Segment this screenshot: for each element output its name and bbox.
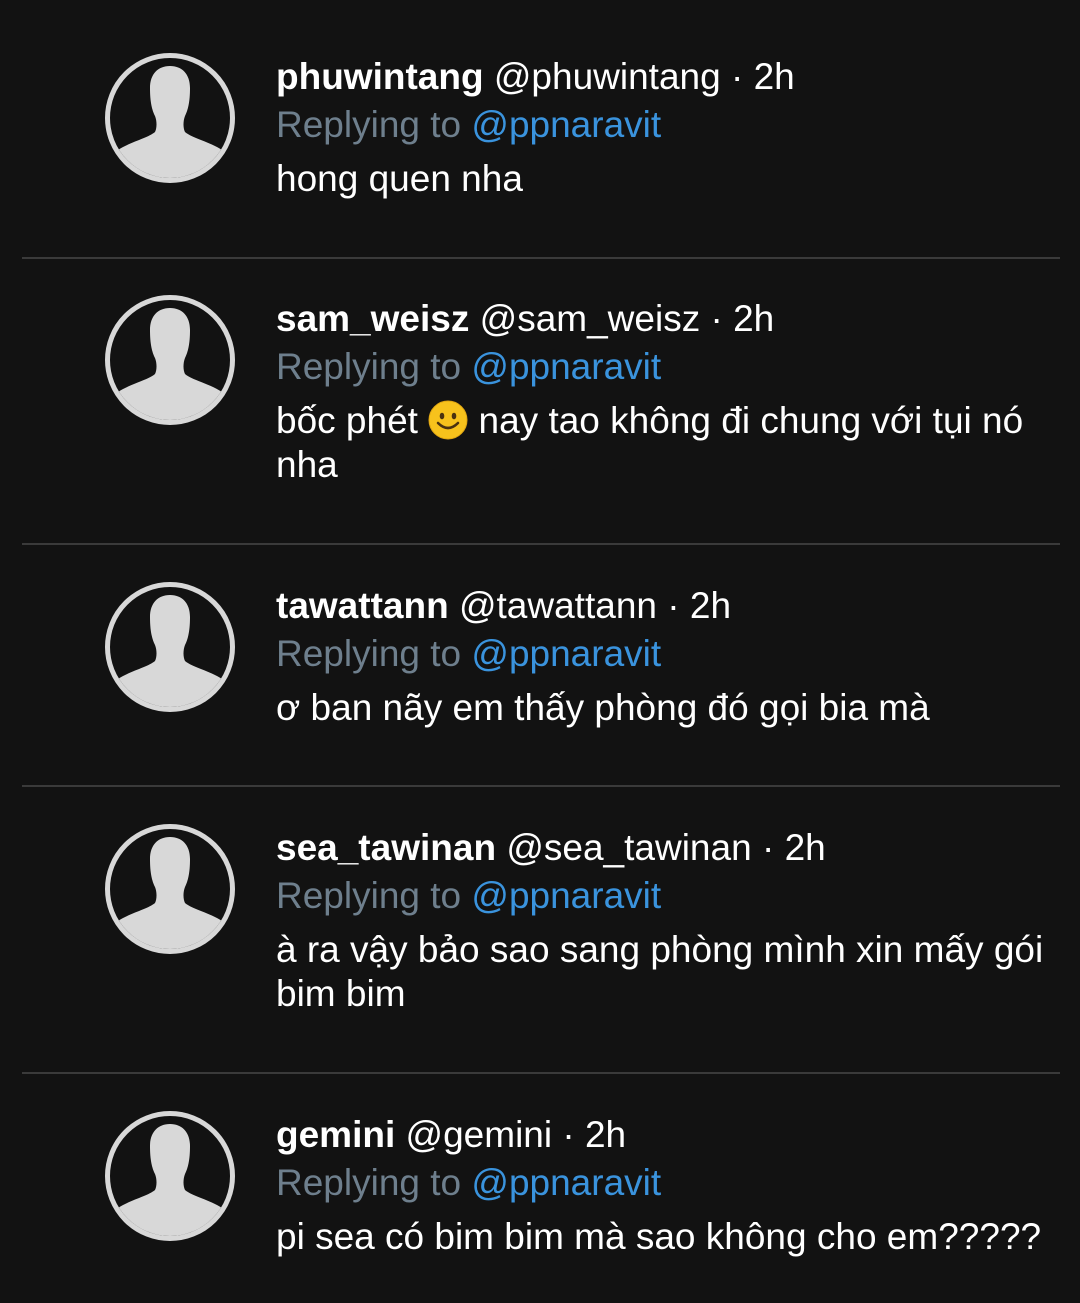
tweet-header: tawattann @tawattann · 2h [276, 582, 1056, 630]
replying-to-label: Replying to [276, 346, 462, 387]
default-user-silhouette-icon [112, 308, 228, 420]
default-user-silhouette-icon [112, 1124, 228, 1236]
tweet-text: à ra vậy bảo sao sang phòng mình xin mấy… [276, 929, 1044, 1014]
replying-to-line: Replying to @ppnaravit [276, 1159, 1056, 1207]
tweet-header: sam_weisz @sam_weisz · 2h [276, 295, 1056, 343]
default-user-silhouette-icon [112, 837, 228, 949]
avatar[interactable] [105, 1111, 235, 1241]
replying-to-link[interactable]: @ppnaravit [471, 104, 661, 145]
tweet-text: pi sea có bim bim mà sao không cho em???… [276, 1216, 1042, 1257]
display-name[interactable]: sea_tawinan [276, 827, 496, 868]
replying-to-line: Replying to @ppnaravit [276, 101, 1056, 149]
divider [22, 1072, 1060, 1074]
separator-dot: · [761, 827, 775, 868]
user-handle[interactable]: @sam_weisz [480, 298, 701, 339]
avatar[interactable] [105, 53, 235, 183]
replying-to-line: Replying to @ppnaravit [276, 630, 1056, 678]
timestamp[interactable]: 2h [733, 298, 774, 339]
replying-to-label: Replying to [276, 104, 462, 145]
reply-feed: phuwintang @phuwintang · 2h Replying to … [0, 0, 1080, 1303]
avatar[interactable] [105, 295, 235, 425]
separator-dot: · [667, 585, 680, 626]
divider [22, 785, 1060, 787]
divider [22, 543, 1060, 545]
display-name[interactable]: tawattann [276, 585, 449, 626]
timestamp[interactable]: 2h [690, 585, 731, 626]
avatar[interactable] [105, 824, 235, 954]
separator-dot: · [730, 56, 744, 97]
display-name[interactable]: gemini [276, 1114, 395, 1155]
user-handle[interactable]: @tawattann [459, 585, 657, 626]
replying-to-label: Replying to [276, 1162, 462, 1203]
tweet-text: ơ ban nãy em thấy phòng đó gọi bia mà [276, 687, 930, 728]
user-handle[interactable]: @phuwintang [494, 56, 721, 97]
default-user-silhouette-icon [112, 595, 228, 707]
timestamp[interactable]: 2h [754, 56, 795, 97]
display-name[interactable]: phuwintang [276, 56, 484, 97]
display-name[interactable]: sam_weisz [276, 298, 469, 339]
separator-dot: · [710, 298, 723, 339]
timestamp[interactable]: 2h [585, 1114, 626, 1155]
tweet-text: bốc phét nay tao không đi chung với tụi … [276, 399, 1056, 487]
timestamp[interactable]: 2h [785, 827, 826, 868]
tweet-header: gemini @gemini · 2h [276, 1111, 1056, 1159]
tweet-header: phuwintang @phuwintang · 2h [276, 53, 1056, 101]
separator-dot: · [562, 1114, 575, 1155]
replying-to-line: Replying to @ppnaravit [276, 872, 1056, 920]
replying-to-line: Replying to @ppnaravit [276, 343, 1056, 391]
user-handle[interactable]: @sea_tawinan [506, 827, 751, 868]
replying-to-link[interactable]: @ppnaravit [471, 875, 661, 916]
user-handle[interactable]: @gemini [406, 1114, 553, 1155]
smiling-face-emoji-icon [428, 400, 468, 440]
avatar[interactable] [105, 582, 235, 712]
replying-to-link[interactable]: @ppnaravit [471, 346, 661, 387]
replying-to-link[interactable]: @ppnaravit [471, 1162, 661, 1203]
replying-to-label: Replying to [276, 633, 462, 674]
tweet-text: hong quen nha [276, 158, 523, 199]
replying-to-label: Replying to [276, 875, 462, 916]
tweet-text-part: bốc phét [276, 400, 418, 441]
replying-to-link[interactable]: @ppnaravit [471, 633, 661, 674]
divider [22, 257, 1060, 259]
default-user-silhouette-icon [112, 66, 228, 178]
tweet-header: sea_tawinan @sea_tawinan · 2h [276, 824, 1056, 872]
